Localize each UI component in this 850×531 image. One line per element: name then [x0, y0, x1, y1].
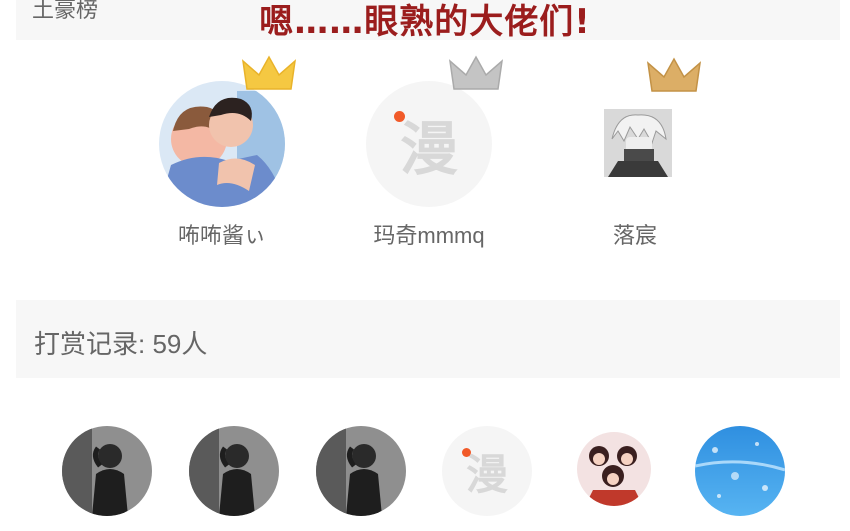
rank-item-3[interactable]: 落宸	[535, 55, 735, 248]
manhua-logo-icon: 漫	[366, 81, 492, 207]
gold-crown-icon	[241, 55, 297, 90]
silver-crown-icon	[448, 55, 504, 90]
donor-avatar[interactable]	[316, 426, 406, 516]
avatar[interactable]	[159, 81, 285, 207]
rank-name: 咘咘酱ぃ	[177, 223, 266, 248]
bronze-crown-icon	[646, 57, 702, 92]
donor-avatar[interactable]	[695, 426, 785, 516]
avatar[interactable]	[604, 109, 672, 177]
rank-name: 玛奇mmmq	[373, 223, 485, 248]
donor-avatar[interactable]	[189, 426, 279, 516]
tip-record-header: 打赏记录: 59人	[16, 300, 840, 378]
avatar[interactable]: 漫	[366, 81, 492, 207]
donor-avatar[interactable]: 漫	[442, 426, 532, 516]
manhua-logo-icon: 漫	[442, 426, 532, 516]
rank-item-2[interactable]: 漫 玛奇mmmq	[329, 55, 529, 248]
donor-avatar[interactable]	[577, 432, 651, 506]
donor-avatar[interactable]	[62, 426, 152, 516]
tip-record-label: 打赏记录: 59人	[34, 329, 208, 359]
rank-name: 落宸	[612, 223, 657, 248]
rank-item-1[interactable]: 咘咘酱ぃ	[122, 55, 322, 248]
banner-caption: 嗯……眼熟的大佬们!	[259, 2, 591, 42]
